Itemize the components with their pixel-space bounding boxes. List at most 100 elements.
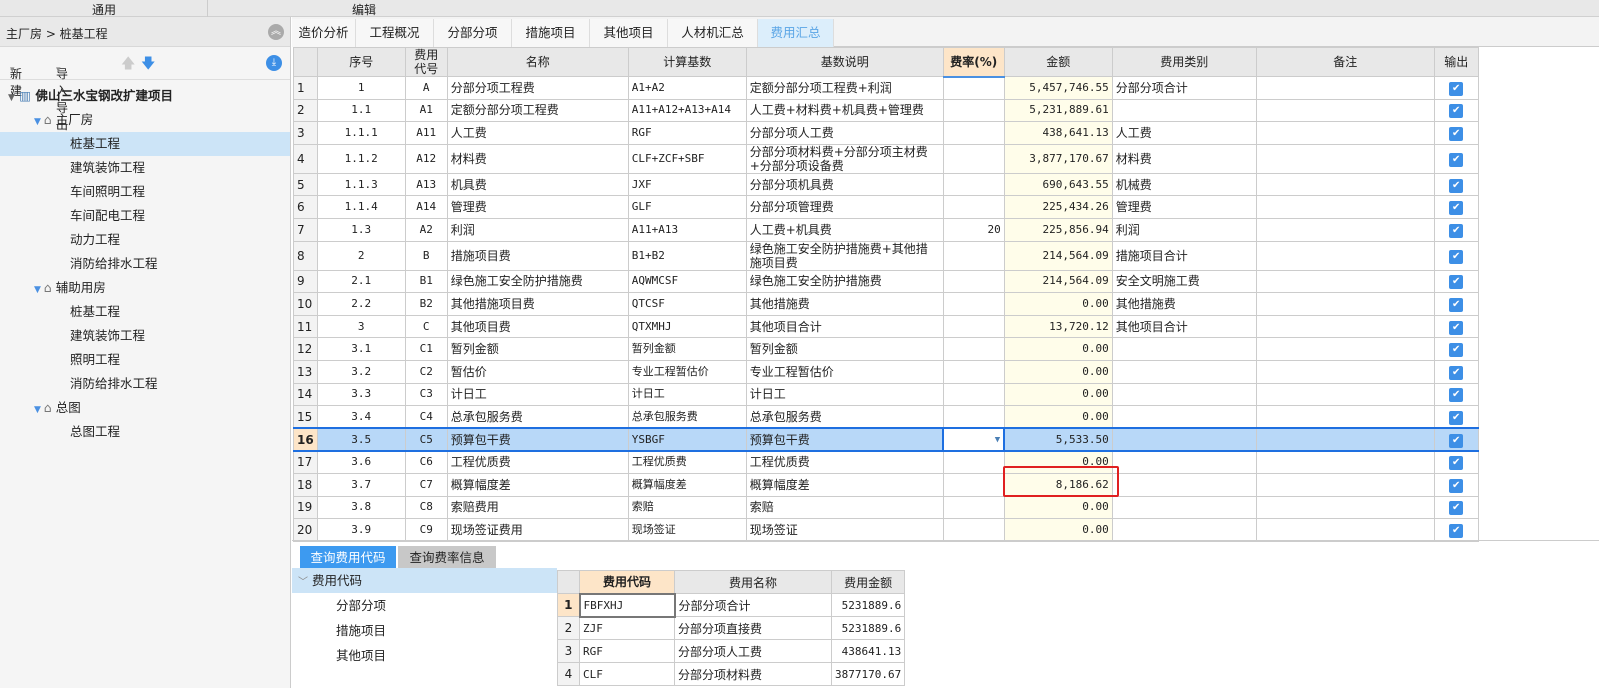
output-checkbox[interactable]: ✔ xyxy=(1449,501,1464,516)
cell-category[interactable] xyxy=(1111,472,1257,497)
output-checkbox[interactable]: ✔ xyxy=(1449,478,1464,493)
cell-code[interactable]: CLF xyxy=(579,662,675,686)
output-checkbox[interactable]: ✔ xyxy=(1449,249,1464,264)
cell-seq[interactable]: 2.1 xyxy=(316,269,406,294)
cell-note[interactable] xyxy=(1255,472,1435,497)
cell-amount[interactable]: 0.00 xyxy=(1003,382,1113,407)
cell-note[interactable] xyxy=(1255,359,1435,384)
cell-seq[interactable]: 3.7 xyxy=(316,472,406,497)
output-checkbox[interactable]: ✔ xyxy=(1449,297,1464,312)
table-row[interactable]: 1 1 A 分部分项工程费 A1+A2 定额分部分项工程费+利润 5,457,746.55 分… xyxy=(293,76,1479,100)
cell-base[interactable]: 暂列金额 xyxy=(627,337,747,361)
cell-note[interactable] xyxy=(1255,143,1435,174)
cell-code[interactable]: C1 xyxy=(404,337,448,361)
table-row[interactable]: 17 3.6 C6 工程优质费 工程优质费 工程优质费 0.00 ✔ xyxy=(293,450,1479,474)
cell-base[interactable]: YSBGF xyxy=(627,427,747,452)
cell-base-desc[interactable]: 其他措施费 xyxy=(745,292,944,316)
cell-base-desc[interactable]: 分部分项人工费 xyxy=(745,121,944,145)
cell-name[interactable]: 索赔费用 xyxy=(446,495,629,520)
cell-amount[interactable]: 0.00 xyxy=(1003,292,1113,316)
output-checkbox[interactable]: ✔ xyxy=(1449,201,1464,216)
cell-amount[interactable]: 690,643.55 xyxy=(1003,172,1113,197)
cell-code[interactable]: B xyxy=(404,240,448,271)
table-row[interactable]: 19 3.8 C8 索赔费用 索赔 索赔 0.00 ✔ xyxy=(293,495,1479,520)
expand-icon[interactable]: ▼ xyxy=(34,117,44,127)
cell-base[interactable]: A11+A13 xyxy=(627,217,747,242)
download-icon[interactable]: ⤓ xyxy=(266,55,282,71)
cell-note[interactable] xyxy=(1255,314,1435,339)
col-fee-code[interactable]: 费用代码 xyxy=(579,570,675,594)
cell-base-desc[interactable]: 人工费+机具费 xyxy=(745,217,944,242)
table-row[interactable]: 4 1.1.2 A12 材料费 CLF+ZCF+SBF 分部分项材料费+分部分项主材费+分… xyxy=(293,143,1479,174)
cell-code[interactable]: ZJF xyxy=(579,616,675,640)
cell-base[interactable]: RGF xyxy=(627,121,747,145)
cell-note[interactable] xyxy=(1255,76,1435,100)
output-checkbox[interactable]: ✔ xyxy=(1449,104,1464,119)
column-header[interactable]: 序号 xyxy=(316,47,406,77)
cell-code[interactable]: RGF xyxy=(579,639,675,663)
expand-icon[interactable]: ▼ xyxy=(34,405,44,415)
cell-name[interactable]: 工程优质费 xyxy=(446,450,629,474)
cell-name[interactable]: 定额分部分项工程费 xyxy=(446,98,629,123)
cell-amount[interactable]: 5,457,746.55 xyxy=(1003,76,1113,100)
column-header[interactable]: 金额 xyxy=(1003,47,1113,77)
row-number[interactable]: 2 xyxy=(557,616,580,640)
cell-seq[interactable]: 3.9 xyxy=(316,518,406,542)
output-checkbox[interactable]: ✔ xyxy=(1449,365,1464,380)
cell-name[interactable]: 材料费 xyxy=(446,143,629,174)
cell-code[interactable]: A1 xyxy=(404,98,448,123)
cell-seq[interactable]: 1.3 xyxy=(316,217,406,242)
cell-amount[interactable]: 0.00 xyxy=(1003,337,1113,361)
cell-code[interactable]: A12 xyxy=(404,143,448,174)
cell-amount[interactable]: 214,564.09 xyxy=(1003,240,1113,271)
cell-name[interactable]: 其他项目费 xyxy=(446,314,629,339)
cell-amount[interactable]: 0.00 xyxy=(1003,359,1113,384)
table-row[interactable]: 15 3.4 C4 总承包服务费 总承包服务费 总承包服务费 0.00 ✔ xyxy=(293,405,1479,429)
cell-base-desc[interactable]: 计日工 xyxy=(745,382,944,407)
cell-seq[interactable]: 1.1.3 xyxy=(316,172,406,197)
cell-category[interactable] xyxy=(1111,337,1257,361)
cell-amount[interactable]: 0.00 xyxy=(1003,495,1113,520)
output-checkbox[interactable]: ✔ xyxy=(1449,523,1464,538)
tree-item[interactable]: ▼ ⌂ 辅助用房 xyxy=(0,276,290,300)
cell-amount[interactable]: 225,856.94 xyxy=(1003,217,1113,242)
cell-amount[interactable]: 13,720.12 xyxy=(1003,314,1113,339)
cell-note[interactable] xyxy=(1255,382,1435,407)
tree-item[interactable]: 照明工程 xyxy=(0,348,290,372)
cell-amount[interactable]: 438641.13 xyxy=(830,639,906,663)
cell-name[interactable]: 分部分项直接费 xyxy=(674,616,832,640)
cell-category[interactable]: 机械费 xyxy=(1111,172,1257,197)
cell-category[interactable]: 措施项目合计 xyxy=(1111,240,1257,271)
cell-rate[interactable] xyxy=(942,143,1005,174)
cell-base[interactable]: QTXMHJ xyxy=(627,314,747,339)
cell-base-desc[interactable]: 概算幅度差 xyxy=(745,472,944,497)
cell-name[interactable]: 预算包干费 xyxy=(446,427,629,452)
cell-rate[interactable] xyxy=(942,337,1005,361)
column-header[interactable]: 名称 xyxy=(446,47,629,77)
table-row[interactable]: 18 3.7 C7 概算幅度差 概算幅度差 概算幅度差 8,186.62 ✔ xyxy=(293,472,1479,497)
tree-item[interactable]: 车间配电工程 xyxy=(0,204,290,228)
cell-amount[interactable]: 3,877,170.67 xyxy=(1003,143,1113,174)
cell-category[interactable]: 安全文明施工费 xyxy=(1111,269,1257,294)
cell-note[interactable] xyxy=(1255,98,1435,123)
cell-base[interactable]: A1+A2 xyxy=(627,76,747,100)
cell-code[interactable]: A13 xyxy=(404,172,448,197)
cell-base-desc[interactable]: 绿色施工安全防护措施费+其他措施项目费 xyxy=(745,240,944,271)
tab-0[interactable]: 造价分析 xyxy=(292,19,356,47)
cell-rate[interactable] xyxy=(942,495,1005,520)
table-row[interactable]: 16 3.5 C5 预算包干费 YSBGF 预算包干费 ▼ 5,533.50 ✔ xyxy=(293,427,1479,452)
cell-rate[interactable] xyxy=(942,359,1005,384)
cell-amount[interactable]: 5,533.50 xyxy=(1003,427,1113,452)
tree-item[interactable]: 建筑装饰工程 xyxy=(0,156,290,180)
cell-amount[interactable]: 5231889.6 xyxy=(830,616,906,640)
dropdown-icon[interactable]: ▼ xyxy=(995,435,1000,445)
cell-category[interactable] xyxy=(1111,359,1257,384)
cell-category[interactable] xyxy=(1111,405,1257,429)
cell-seq[interactable]: 3.5 xyxy=(316,427,406,452)
cell-seq[interactable]: 3.8 xyxy=(316,495,406,520)
cell-code[interactable]: C4 xyxy=(404,405,448,429)
cell-name[interactable]: 管理费 xyxy=(446,195,629,219)
cell-code[interactable]: A2 xyxy=(404,217,448,242)
cell-base[interactable]: GLF xyxy=(627,195,747,219)
fee-code-item[interactable]: 其他项目 xyxy=(292,643,557,668)
